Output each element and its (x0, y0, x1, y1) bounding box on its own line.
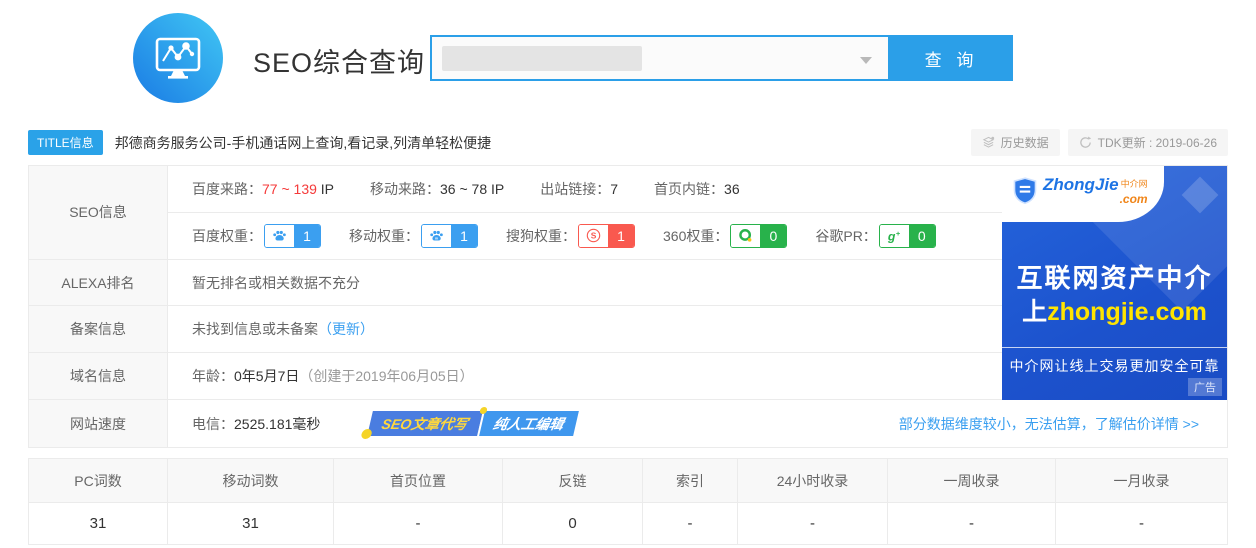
baidu-weight-badge[interactable]: 1 (264, 224, 321, 248)
speed-row: 电信： 2525.181毫秒 SEO文章代写 纯人工编辑 部分数据维度较小，无法… (168, 400, 1227, 447)
stats-value-24h-included: - (738, 503, 888, 544)
shield-icon (1012, 177, 1038, 205)
360-weight: 360权重： 0 (663, 224, 787, 248)
page-title: SEO综合查询 (253, 41, 425, 80)
title-bar: TITLE信息 邦德商务服务公司-手机通话网上查询,看记录,列清单轻松便捷 历史… (28, 129, 1228, 156)
refresh-icon (1079, 136, 1092, 149)
stats-header-index: 索引 (643, 459, 738, 503)
search-input[interactable] (430, 35, 890, 81)
domain-age-value: 年龄： 0年5月7日 （创建于2019年06月05日） (168, 353, 1002, 400)
app-logo-icon (133, 13, 223, 103)
zhongjie-logo: ZhongJie 中介网 .com (1002, 166, 1164, 222)
svg-text:S: S (591, 231, 597, 241)
query-button[interactable]: 查 询 (890, 35, 1013, 81)
ad-domain-line: 上zhongjie.com (1002, 292, 1227, 328)
stats-value-mobile-words: 31 (168, 503, 334, 544)
ad-headline: 互联网资产中介 (1002, 258, 1227, 295)
outbound-links: 出站链接：7 (540, 179, 618, 199)
stats-header-week-included: 一周收录 (888, 459, 1056, 503)
baidu-traffic: 百度来路：77 ~ 139 IP (192, 179, 334, 199)
sogou-weight: 搜狗权重： S 1 (506, 224, 635, 248)
360-ring-icon (731, 225, 760, 247)
svg-text:+: + (896, 229, 901, 238)
history-data-button[interactable]: 历史数据 (971, 129, 1060, 156)
weight-row: 百度权重： 1 移动权重： m 1 搜狗权重： (168, 213, 1002, 260)
row-label-icp: 备案信息 (29, 306, 168, 353)
stats-value-month-included: - (1056, 503, 1227, 544)
search-combo: 查 询 (430, 35, 1013, 81)
baidu-weight: 百度权重： 1 (192, 224, 321, 248)
stats-header-homepage-position: 首页位置 (334, 459, 503, 503)
baidu-paw-icon (265, 225, 294, 247)
layers-icon (982, 136, 995, 149)
icp-value: 未找到信息或未备案 （更新） (168, 306, 1002, 353)
stats-header-mobile-words: 移动词数 (168, 459, 334, 503)
promo-badge[interactable]: SEO文章代写 纯人工编辑 (368, 411, 579, 436)
stats-header-backlinks: 反链 (503, 459, 643, 503)
mobile-traffic: 移动来路：36 ~ 78 IP (370, 179, 504, 199)
icp-update-link[interactable]: （更新） (318, 319, 374, 339)
censored-query-value (442, 46, 642, 71)
stats-value-row: 31 31 - 0 - - - - (29, 503, 1227, 544)
google-pr: 谷歌PR： g+ 0 (815, 224, 935, 248)
ad-tag: 广告 (1188, 378, 1222, 396)
stats-header-month-included: 一月收录 (1056, 459, 1227, 503)
sogou-weight-badge[interactable]: S 1 (578, 224, 635, 248)
mobile-weight-badge[interactable]: m 1 (421, 224, 478, 248)
keyword-stats-table: PC词数 移动词数 首页位置 反链 索引 24小时收录 一周收录 一月收录 31… (28, 458, 1228, 545)
estimate-detail-link[interactable]: 部分数据维度较小，无法估算，了解估价详情 >> (899, 414, 1199, 434)
svg-text:m: m (435, 237, 438, 241)
baidu-mobile-paw-icon: m (422, 225, 451, 247)
stats-value-backlinks: 0 (503, 503, 643, 544)
google-plus-icon: g+ (880, 225, 909, 247)
alexa-value: 暂无排名或相关数据不充分 (168, 260, 1002, 307)
row-label-alexa: ALEXA排名 (29, 260, 168, 307)
mobile-weight: 移动权重： m 1 (349, 224, 478, 248)
svg-text:g: g (887, 229, 896, 243)
tdk-update-button[interactable]: TDK更新 : 2019-06-26 (1068, 129, 1228, 156)
stats-header-row: PC词数 移动词数 首页位置 反链 索引 24小时收录 一周收录 一月收录 (29, 459, 1227, 503)
traffic-row: 百度来路：77 ~ 139 IP 移动来路：36 ~ 78 IP 出站链接：7 … (168, 166, 1002, 213)
seo-query-page: SEO综合查询 查 询 TITLE信息 邦德商务服务公司-手机通话网上查询,看记… (0, 0, 1256, 548)
sogou-s-icon: S (579, 225, 608, 247)
google-pr-badge[interactable]: g+ 0 (879, 224, 936, 248)
360-weight-badge[interactable]: 0 (730, 224, 787, 248)
site-title-text: 邦德商务服务公司-手机通话网上查询,看记录,列清单轻松便捷 (115, 133, 491, 153)
stats-value-pc-words: 31 (29, 503, 168, 544)
stats-header-24h-included: 24小时收录 (738, 459, 888, 503)
ad-divider (1002, 347, 1227, 348)
row-label-speed: 网站速度 (29, 400, 168, 447)
ad-slogan: 中介网让线上交易更加安全可靠 (1002, 356, 1227, 376)
stats-value-homepage-position: - (334, 503, 503, 544)
zhongjie-ad-banner[interactable]: ZhongJie 中介网 .com 互联网资产中介 上zhongjie.com … (1002, 166, 1227, 400)
homepage-inner-links: 首页内链：36 (654, 179, 740, 199)
stats-value-index: - (643, 503, 738, 544)
stats-header-pc-words: PC词数 (29, 459, 168, 503)
row-label-domain: 域名信息 (29, 353, 168, 400)
chevron-down-icon[interactable] (860, 57, 872, 70)
stats-value-week-included: - (888, 503, 1056, 544)
seo-info-table: SEO信息 百度来路：77 ~ 139 IP 移动来路：36 ~ 78 IP 出… (28, 165, 1228, 448)
title-badge: TITLE信息 (28, 130, 103, 155)
row-label-seo-info: SEO信息 (29, 166, 168, 260)
